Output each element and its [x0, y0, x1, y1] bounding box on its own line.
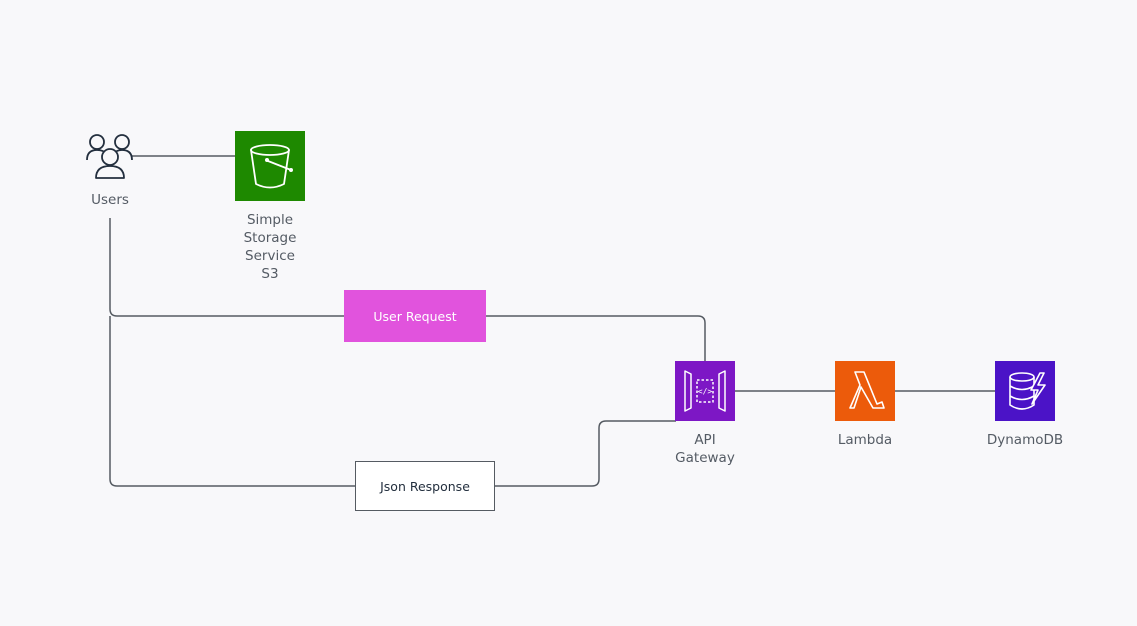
- svg-text:</>: </>: [698, 387, 713, 396]
- lambda-icon: [835, 361, 895, 421]
- dynamodb-icon: [995, 361, 1055, 421]
- users-icon: [86, 134, 133, 179]
- json-response-label: Json Response: [380, 478, 470, 494]
- edge-users-json-response: [109, 316, 355, 487]
- user-request-label: User Request: [373, 308, 457, 324]
- dynamodb-label: DynamoDB: [986, 432, 1064, 448]
- lambda-label: Lambda: [837, 432, 893, 448]
- json-response-box: Json Response: [355, 461, 495, 511]
- api-gateway-icon: </>: [675, 361, 735, 421]
- architecture-diagram: </>: [86, 131, 1055, 487]
- edge-json-response-api-gateway: [495, 420, 676, 487]
- users-label: Users: [91, 192, 129, 208]
- s3-bucket-icon: [235, 131, 305, 201]
- edge-user-request-api-gateway: [486, 315, 706, 362]
- s3-label: Simple Storage Service S3: [243, 212, 297, 282]
- user-request-box: User Request: [344, 290, 486, 342]
- api-gateway-label: API Gateway: [675, 432, 735, 466]
